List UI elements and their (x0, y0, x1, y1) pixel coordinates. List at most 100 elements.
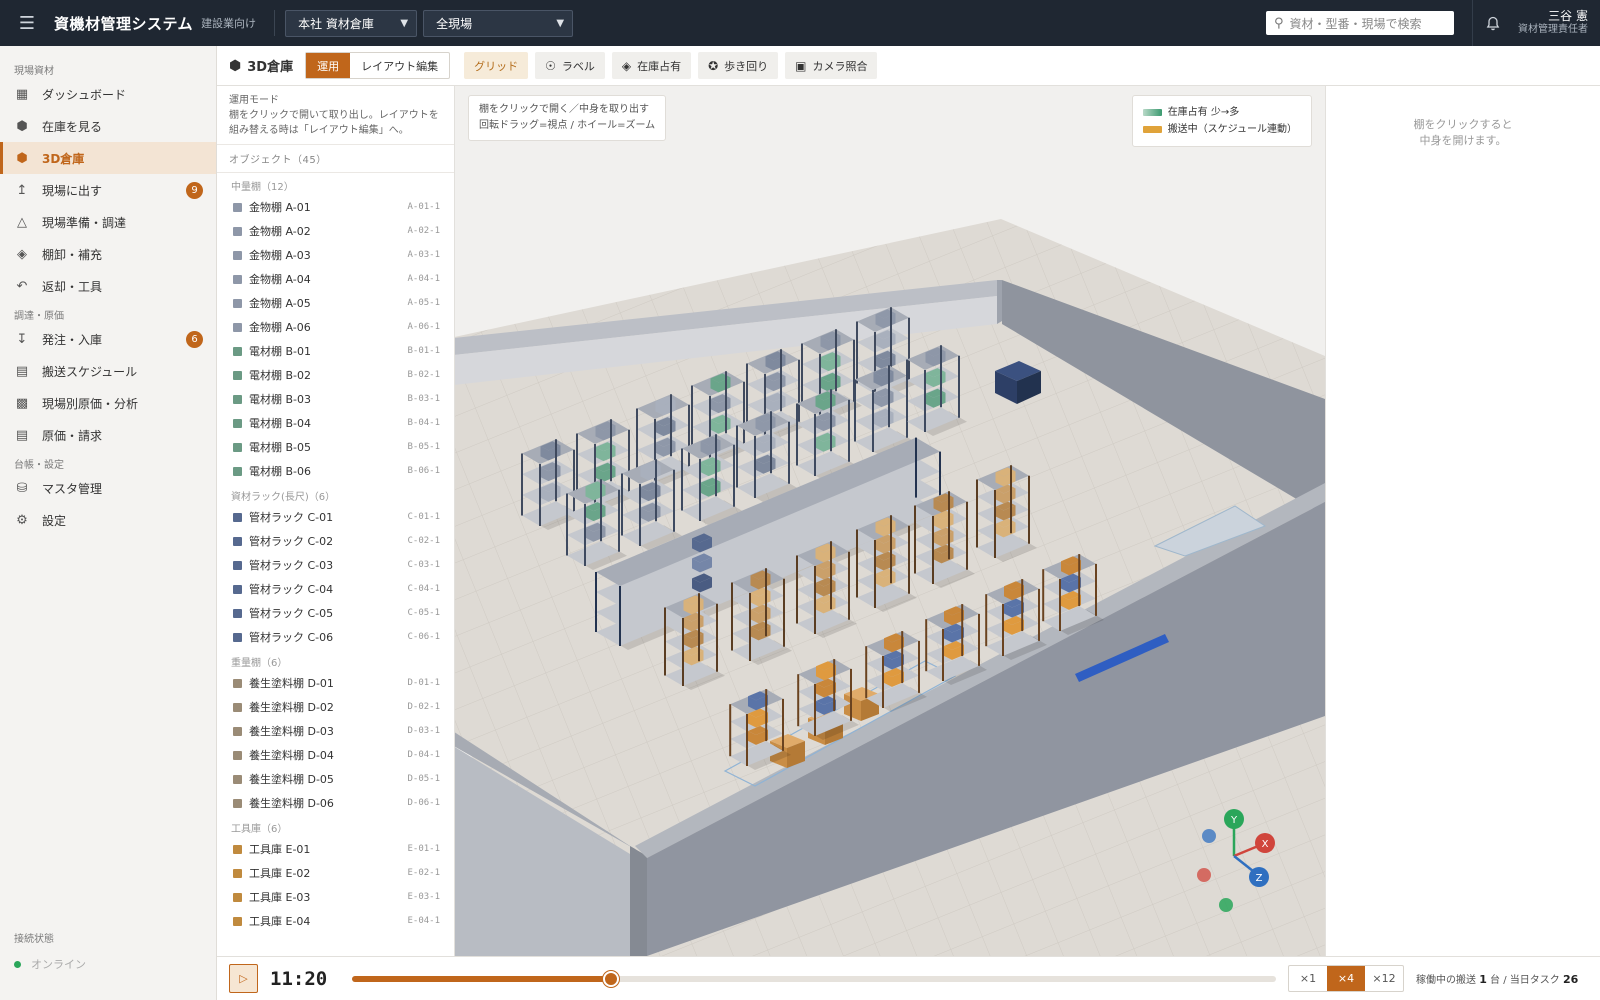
shelf-post (1059, 579, 1061, 631)
mode-info: 運用モード 棚をクリックで開いて取り出し。レイアウトを組み替える時は「レイアウト… (217, 86, 454, 145)
object-list-item[interactable]: 養生塗料棚 D-05 D-05-1 (217, 767, 454, 791)
object-list-item[interactable]: 金物棚 A-02 A-02-1 (217, 219, 454, 243)
sidebar-item-schedule[interactable]: ▤ 搬送スケジュール (0, 355, 216, 387)
shelf-post (731, 582, 733, 651)
object-color-swatch (233, 274, 242, 284)
object-list-item[interactable]: 工具庫 E-03 E-03-1 (217, 885, 454, 909)
timeline-handle[interactable] (602, 970, 619, 987)
warehouse-select[interactable]: 本社 資材倉庫 ▼ (285, 9, 418, 37)
object-list-item[interactable]: 電材棚 B-01 B-01-1 (217, 339, 454, 363)
sidebar-item-settings[interactable]: ⚙ 設定 (0, 504, 216, 536)
sidebar-item-billing[interactable]: ▤ 原価・請求 (0, 419, 216, 451)
sidebar-item-site-prep[interactable]: △ 現場準備・調達 (0, 206, 216, 238)
object-name: 管材ラック C-05 (249, 607, 334, 620)
app-subtitle: 建設業向け (201, 17, 257, 30)
object-list-item[interactable]: 電材棚 B-04 B-04-1 (217, 411, 454, 435)
shelf-post (978, 613, 980, 666)
object-list-item[interactable]: 養生塗料棚 D-03 D-03-1 (217, 719, 454, 743)
shelf-post (985, 594, 988, 647)
occupancy-toggle[interactable]: ◈ 在庫占有 (611, 52, 692, 79)
object-code: C-03-1 (407, 560, 440, 570)
object-list-item[interactable]: 養生塗料棚 D-02 D-02-1 (217, 695, 454, 719)
object-color-swatch (233, 202, 242, 212)
camera-match-toggle[interactable]: ▣ カメラ照合 (785, 52, 878, 79)
object-list-item[interactable]: 電材棚 B-05 B-05-1 (217, 435, 454, 459)
search-input[interactable]: ⚲ 資材・型番・現場で検索 (1266, 11, 1454, 35)
warehouse-scene[interactable]: Y X Z (455, 86, 1325, 956)
object-list-item[interactable]: 工具庫 E-02 E-02-1 (217, 861, 454, 885)
shelf-post (856, 321, 858, 384)
empty-detail-line: 中身を開けます。 (1419, 134, 1507, 147)
object-list-item[interactable]: 金物棚 A-05 A-05-1 (217, 291, 454, 315)
sidebar-item-dispatch[interactable]: ↥ 現場に出す 9 (0, 174, 216, 206)
object-group-label: 工具庫（6） (231, 824, 288, 835)
user-menu[interactable]: 三谷 憲 資材管理責任者 (1512, 9, 1600, 37)
warehouse-3d-viewport[interactable]: Y X Z 棚をクリックで開く／中身を取り出す 回転ドラッグ=視点 / ホイール… (455, 86, 1325, 956)
object-name: 電材棚 B-01 (249, 345, 312, 358)
shelf-post (573, 449, 575, 512)
camera-match-label: カメラ照合 (812, 59, 868, 73)
object-list-item[interactable]: 管材ラック C-03 C-03-1 (217, 553, 454, 577)
label-toggle[interactable]: ☉ ラベル (535, 52, 605, 79)
bell-icon[interactable] (1472, 0, 1512, 46)
sidebar-item-3d-warehouse[interactable]: ⬢ 3D倉庫 (0, 142, 216, 174)
speed-x1-button[interactable]: ×1 (1289, 966, 1327, 991)
object-name: 金物棚 A-01 (249, 201, 311, 214)
sidebar-item-inventory[interactable]: ⬢ 在庫を見る (0, 110, 216, 142)
object-list-item[interactable]: 工具庫 E-01 E-01-1 (217, 837, 454, 861)
object-list-item[interactable]: 養生塗料棚 D-01 D-01-1 (217, 671, 454, 695)
upload-icon: ↥ (16, 182, 28, 198)
shelf-post (688, 404, 690, 467)
object-color-swatch (233, 774, 242, 784)
shelf-post (874, 540, 876, 608)
object-list-item[interactable]: 電材棚 B-02 B-02-1 (217, 363, 454, 387)
walk-toggle[interactable]: ✪ 歩き回り (698, 52, 779, 79)
speed-x12-button[interactable]: ×12 (1365, 966, 1403, 991)
object-code: E-04-1 (407, 916, 440, 926)
grid-toggle[interactable]: グリッド (464, 52, 529, 79)
sidebar-item-dashboard[interactable]: ▦ ダッシュボード (0, 78, 216, 110)
object-list-item[interactable]: 電材棚 B-03 B-03-1 (217, 387, 454, 411)
timeline-slider[interactable] (352, 970, 1276, 987)
menu-icon[interactable]: ☰ (0, 13, 54, 34)
object-list-item[interactable]: 工具庫 E-04 E-04-1 (217, 909, 454, 933)
calendar-icon: ▤ (15, 363, 29, 379)
object-name: 養生塗料棚 D-06 (249, 797, 334, 810)
empty-detail-message: 棚をクリックすると 中身を開けます。 (1326, 117, 1600, 149)
object-list-item[interactable]: 管材ラック C-05 C-05-1 (217, 601, 454, 625)
speed-x4-button[interactable]: ×4 (1327, 966, 1365, 991)
object-list-item[interactable]: 養生塗料棚 D-06 D-06-1 (217, 791, 454, 815)
shelf-post (906, 359, 908, 422)
mode-edit-button[interactable]: レイアウト編集 (350, 53, 449, 78)
object-list-item[interactable]: 管材ラック C-04 C-04-1 (217, 577, 454, 601)
shelf-post (670, 394, 672, 457)
sidebar-item-master[interactable]: ⛁ マスタ管理 (0, 472, 216, 504)
sidebar-section-title: 現場資材 (14, 65, 54, 77)
legend-item: 在庫占有 少→多 (1142, 104, 1297, 121)
sidebar-item-orders[interactable]: ↧ 発注・入庫 6 (0, 323, 216, 355)
axis-y-label: Y (1230, 815, 1238, 826)
sidebar-item-cost-analysis[interactable]: ▩ 現場別原価・分析 (0, 387, 216, 419)
object-list-item[interactable]: 金物棚 A-06 A-06-1 (217, 315, 454, 339)
mode-run-button[interactable]: 運用 (306, 53, 351, 78)
object-list-item[interactable]: 金物棚 A-03 A-03-1 (217, 243, 454, 267)
object-list-item[interactable]: 電材棚 B-06 B-06-1 (217, 459, 454, 483)
object-code: A-06-1 (407, 322, 440, 332)
site-select[interactable]: 全現場 ▼ (423, 9, 574, 37)
object-list-item[interactable]: 管材ラック C-01 C-01-1 (217, 505, 454, 529)
sidebar-item-stocktake[interactable]: ◈ 棚卸・補充 (0, 238, 216, 270)
object-code: A-04-1 (407, 274, 440, 284)
object-list-item[interactable]: 管材ラック C-06 C-06-1 (217, 625, 454, 649)
object-list-item[interactable]: 金物棚 A-01 A-01-1 (217, 195, 454, 219)
play-button[interactable]: ▷ (229, 964, 258, 993)
shelf-post (782, 698, 784, 751)
object-list-item[interactable]: 管材ラック C-02 C-02-1 (217, 529, 454, 553)
shelf-post (1095, 563, 1097, 616)
object-color-swatch (233, 798, 242, 808)
object-list-item[interactable]: 養生塗料棚 D-04 D-04-1 (217, 743, 454, 767)
object-code: C-06-1 (407, 632, 440, 642)
object-list-item[interactable]: 金物棚 A-04 A-04-1 (217, 267, 454, 291)
shelf-post (621, 473, 623, 536)
shelf-post (566, 493, 568, 556)
sidebar-item-returns[interactable]: ↶ 返却・工具 (0, 270, 216, 302)
